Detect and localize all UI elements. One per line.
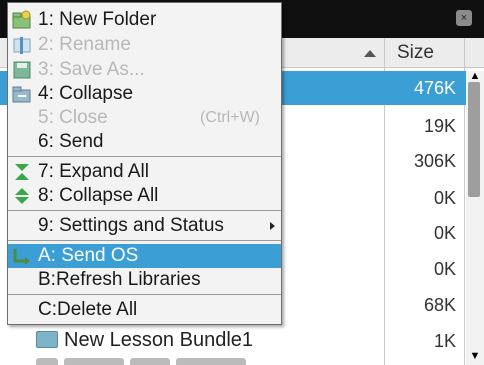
size-cell: 0K xyxy=(433,259,456,279)
menu-item-label: B:Refresh Libraries xyxy=(38,269,201,290)
rename-icon xyxy=(13,37,31,54)
menu-item-label: C:Delete All xyxy=(38,299,138,320)
menu-separator xyxy=(8,294,281,295)
menu-separator xyxy=(8,240,281,241)
menu-item-new-folder[interactable]: 1: New Folder xyxy=(8,8,281,32)
menu-item-collapse-all[interactable]: 8: Collapse All xyxy=(8,184,281,208)
expand-all-icon xyxy=(15,164,29,180)
collapse-all-icon xyxy=(15,188,29,204)
menu-item-label: A: Send OS xyxy=(38,245,139,266)
scroll-up-arrow-icon[interactable]: ▲ xyxy=(468,70,482,82)
menu-item-send[interactable]: 6: Send xyxy=(8,130,281,154)
menu-item-label: 9: Settings and Status xyxy=(38,215,224,236)
menu-item-label: 4: Collapse xyxy=(38,83,134,104)
menu-item-label: 2: Rename xyxy=(38,34,131,55)
menu-item-shortcut: (Ctrl+W) xyxy=(200,109,260,126)
menu-item-label: 8: Collapse All xyxy=(38,185,159,206)
scroll-down-arrow-icon[interactable]: ▼ xyxy=(468,350,482,362)
context-menu: 1: New Folder 2: Rename 3: Save As... 4:… xyxy=(7,2,282,325)
size-cell: 0K xyxy=(433,188,456,208)
menu-item-expand-all[interactable]: 7: Expand All xyxy=(8,160,281,184)
submenu-arrow-icon xyxy=(270,222,275,230)
menu-item-settings-and-status[interactable]: 9: Settings and Status xyxy=(8,214,281,238)
scrollbar-thumb[interactable] xyxy=(468,82,480,197)
menu-item-refresh-libraries[interactable]: B:Refresh Libraries xyxy=(8,268,281,292)
size-cell: 476K xyxy=(413,78,456,98)
menu-item-collapse[interactable]: 4: Collapse xyxy=(8,82,281,106)
menu-item-save-as[interactable]: 3: Save As... xyxy=(8,58,281,82)
window-control-icon[interactable]: × xyxy=(456,10,472,26)
size-cell: 19K xyxy=(423,116,456,136)
size-column-header[interactable]: Size xyxy=(397,42,457,64)
menu-item-label: 3: Save As... xyxy=(38,59,145,80)
send-os-icon xyxy=(13,249,30,265)
menu-item-send-os[interactable]: A: Send OS xyxy=(8,244,281,268)
menu-item-close[interactable]: 5: Close (Ctrl+W) xyxy=(8,106,281,130)
sort-ascending-icon[interactable] xyxy=(364,50,376,57)
menu-separator xyxy=(8,156,281,157)
collapse-folder-icon xyxy=(12,86,31,103)
menu-item-delete-all[interactable]: C:Delete All xyxy=(8,298,281,322)
new-folder-icon xyxy=(12,10,31,29)
menu-separator xyxy=(8,210,281,211)
save-as-icon xyxy=(13,61,31,79)
size-cell: 306K xyxy=(413,151,456,171)
menu-item-label: 7: Expand All xyxy=(38,161,149,182)
size-cell: 68K xyxy=(423,295,456,315)
file-list-item[interactable]: New Lesson Bundle1 xyxy=(36,329,253,352)
size-cell: 1K xyxy=(433,331,456,351)
menu-item-label: 6: Send xyxy=(38,131,104,152)
file-name: New Lesson Bundle1 xyxy=(64,329,254,351)
menu-item-label: 1: New Folder xyxy=(38,9,157,30)
menu-item-rename[interactable]: 2: Rename xyxy=(8,33,281,57)
menu-item-label: 5: Close xyxy=(38,107,108,128)
lesson-bundle-icon xyxy=(36,331,58,348)
partially-visible-row[interactable] xyxy=(36,358,266,365)
size-cell: 0K xyxy=(433,223,456,243)
